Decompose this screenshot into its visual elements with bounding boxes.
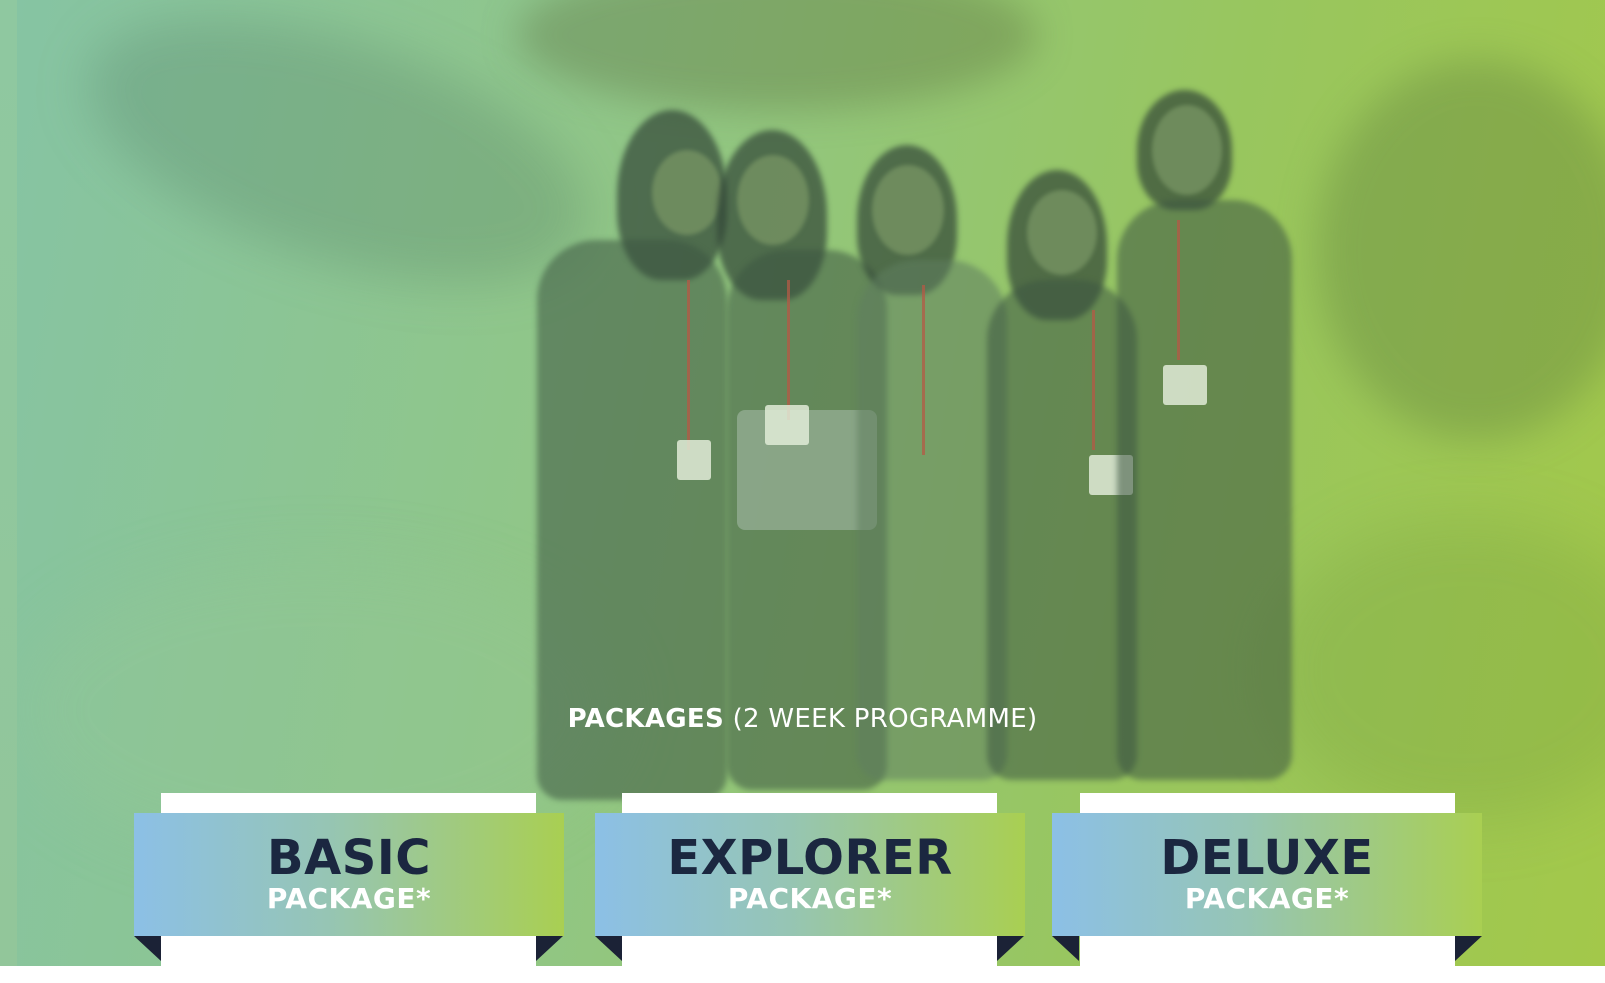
package-ribbon-basic[interactable]: BASIC PACKAGE*	[134, 813, 564, 936]
packages-heading: PACKAGES (2 WEEK PROGRAMME)	[0, 704, 1605, 734]
person-body	[1117, 200, 1292, 780]
package-title: BASIC	[267, 830, 431, 886]
left-edge-strip	[0, 0, 17, 966]
ribbon-fold-right	[1455, 936, 1482, 961]
lanyard	[687, 280, 690, 450]
lanyard	[1092, 310, 1095, 450]
package-title: EXPLORER	[667, 830, 953, 886]
ribbon-fold-left	[134, 936, 161, 961]
person-head	[872, 165, 944, 255]
photo-shadow-shape	[1267, 520, 1605, 820]
person-head	[1027, 190, 1097, 275]
lanyard	[787, 280, 790, 420]
person-head	[737, 155, 809, 245]
ribbon-fold-left	[1052, 936, 1079, 961]
package-subtitle: PACKAGE*	[1184, 882, 1350, 915]
id-badge	[765, 405, 809, 445]
package-subtitle: PACKAGE*	[727, 882, 893, 915]
package-title: DELUXE	[1160, 830, 1374, 886]
photo-shadow-shape	[1317, 60, 1605, 440]
photo-shadow-shape	[517, 0, 1037, 110]
person-head	[1152, 105, 1222, 195]
id-badge	[677, 440, 711, 480]
packages-heading-duration: (2 WEEK PROGRAMME)	[732, 704, 1038, 734]
package-ribbon-explorer[interactable]: EXPLORER PACKAGE*	[595, 813, 1025, 936]
ribbon-fold-left	[595, 936, 622, 961]
lanyard	[1177, 220, 1180, 360]
lanyard	[922, 285, 925, 455]
id-badge	[1163, 365, 1207, 405]
person-body	[857, 260, 1007, 780]
package-ribbon-deluxe[interactable]: DELUXE PACKAGE*	[1052, 813, 1482, 936]
person-head	[652, 150, 722, 235]
ribbon-fold-right	[536, 936, 563, 961]
package-subtitle: PACKAGE*	[266, 882, 432, 915]
ribbon-fold-right	[997, 936, 1024, 961]
packages-heading-bold: PACKAGES	[567, 704, 724, 734]
group-of-students-illustration	[537, 90, 1317, 800]
